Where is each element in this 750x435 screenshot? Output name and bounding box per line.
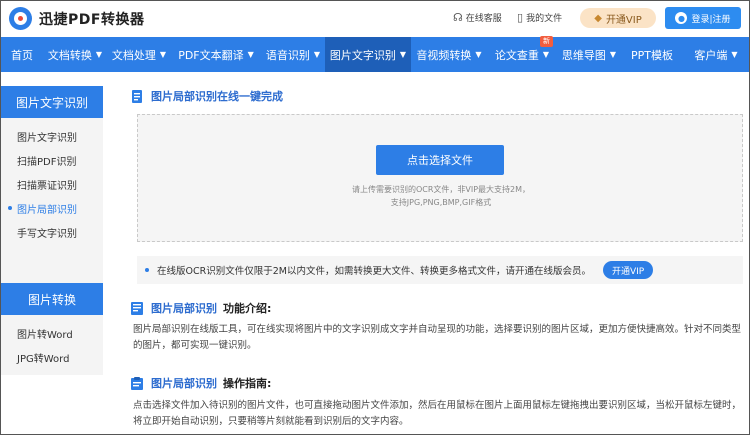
nav-item-pdf-translate[interactable]: PDF文本翻译 ▼ <box>171 37 261 72</box>
nav-item-doc-process[interactable]: 文档处理 ▼ <box>107 37 171 72</box>
nav-item-label: PDF文本翻译 <box>178 48 244 62</box>
caret-down-icon: ▼ <box>731 50 738 59</box>
logo[interactable]: 迅捷PDF转换器 <box>9 7 144 30</box>
nav-item-label: 客户端 <box>694 48 728 62</box>
caret-down-icon: ▼ <box>247 50 254 59</box>
online-service-link[interactable]: ☊ 在线客服 <box>453 11 502 24</box>
nav-item-label: 论文查重 <box>494 48 539 62</box>
nav-item-label: 语音识别 <box>265 48 310 62</box>
book-icon <box>131 301 143 315</box>
nav-item-label: 文档处理 <box>111 48 156 62</box>
nav-item-client[interactable]: 客户端 ▼ <box>683 37 749 72</box>
intro-title-main: 图片局部识别 <box>151 302 217 315</box>
nav-item-speech-recognition[interactable]: 语音识别 ▼ <box>261 37 325 72</box>
logo-text: 迅捷PDF转换器 <box>39 11 145 28</box>
nav-item-home[interactable]: 首页 <box>1 37 43 72</box>
new-badge: 新 <box>540 36 553 47</box>
file-icon: ▯ <box>517 11 524 24</box>
sidebar-item-handwriting[interactable]: 手写文字识别 <box>1 220 103 244</box>
select-file-button[interactable]: 点击选择文件 <box>376 145 504 175</box>
nav-item-label: 思维导图 <box>561 48 606 62</box>
page-title-text: 图片局部识别在线一键完成 <box>151 90 283 103</box>
sidebar-group-list: 图片转Word JPG转Word <box>1 315 103 375</box>
upload-tip-line: 请上传需要识别的OCR文件，非VIP最大支持2M， <box>351 185 531 194</box>
intro-text: 图片局部识别在线版工具，可在线实现将图片中的文字识别成文字并自动呈现的功能，选择… <box>133 324 742 351</box>
login-register-label: 登录|注册 <box>691 14 731 25</box>
login-register-button[interactable]: ● 登录|注册 <box>665 7 741 29</box>
nav-item-label: 首页 <box>11 48 33 62</box>
nav-item-av-convert[interactable]: 音视频转换 ▼ <box>411 37 487 72</box>
guide-title: 图片局部识别 操作指南: <box>131 373 271 393</box>
nav-item-paper-check[interactable]: 论文查重 ▼ 新 <box>487 36 557 72</box>
sidebar-group-title: 图片转换 <box>1 283 103 315</box>
sidebar-item-jpg-to-word[interactable]: JPG转Word <box>1 345 103 369</box>
vip-notice: 在线版OCR识别文件仅限于2M以内文件，如需转换更大文件、转换更多格式文件，请开… <box>137 256 743 284</box>
upload-tip: 请上传需要识别的OCR文件，非VIP最大支持2M， 支持JPG,PNG,BMP,… <box>138 183 744 209</box>
caret-down-icon: ▼ <box>399 50 407 59</box>
intro-title-sub: 功能介绍: <box>223 302 272 315</box>
my-files-link[interactable]: ▯ 我的文件 <box>517 11 562 24</box>
logo-icon <box>9 7 32 30</box>
caret-down-icon: ▼ <box>542 50 550 59</box>
nav-item-label: 音视频转换 <box>416 48 472 62</box>
nav-item-mind-map[interactable]: 思维导图 ▼ <box>557 37 621 72</box>
nav-item-label: 图片文字识别 <box>329 48 396 62</box>
sidebar-item-image-to-word[interactable]: 图片转Word <box>1 321 103 345</box>
sidebar-item-image-partial[interactable]: 图片局部识别 <box>1 196 103 220</box>
page-title: 图片局部识别在线一键完成 <box>131 86 743 106</box>
upload-dropzone[interactable]: 点击选择文件 请上传需要识别的OCR文件，非VIP最大支持2M， 支持JPG,P… <box>137 114 743 242</box>
open-vip-label: 开通VIP <box>605 14 642 26</box>
upload-tip-line: 支持JPG,PNG,BMP,GIF格式 <box>390 198 492 207</box>
sidebar-item-scan-pdf[interactable]: 扫描PDF识别 <box>1 148 103 172</box>
sidebar-group-title: 图片文字识别 <box>1 86 103 118</box>
my-files-label: 我的文件 <box>526 14 563 24</box>
intro-title: 图片局部识别 功能介绍: <box>131 298 271 318</box>
top-header: 迅捷PDF转换器 ☊ 在线客服 ▯ 我的文件 ◆ 开通VIP ● 登录|注册 <box>1 1 749 37</box>
open-vip-button[interactable]: ◆ 开通VIP <box>580 8 656 28</box>
online-service-label: 在线客服 <box>465 14 502 24</box>
caret-down-icon: ▼ <box>313 50 321 59</box>
nav-item-ppt-template[interactable]: PPT模板 <box>621 37 683 72</box>
guide-title-sub: 操作指南: <box>223 377 272 390</box>
nav-item-label: PPT模板 <box>631 48 673 62</box>
diamond-icon: ◆ <box>594 12 602 24</box>
document-icon <box>132 89 142 103</box>
nav-item-image-ocr[interactable]: 图片文字识别 ▼ <box>325 37 411 72</box>
page-frame: 迅捷PDF转换器 ☊ 在线客服 ▯ 我的文件 ◆ 开通VIP ● 登录|注册 首… <box>0 0 750 435</box>
sidebar-group-list: 图片文字识别 扫描PDF识别 扫描票证识别 图片局部识别 手写文字识别 <box>1 118 103 283</box>
user-icon: ● <box>675 12 688 24</box>
caret-down-icon: ▼ <box>159 50 167 59</box>
notice-text: 在线版OCR识别文件仅限于2M以内文件，如需转换更大文件、转换更多格式文件，请开… <box>157 266 591 277</box>
main-nav: 首页 文档转换 ▼ 文档处理 ▼ PDF文本翻译 ▼ 语音识别 ▼ 图片文字识别… <box>1 36 749 72</box>
sidebar-item-scan-ticket[interactable]: 扫描票证识别 <box>1 172 103 196</box>
notice-vip-button[interactable]: 开通VIP <box>602 261 654 279</box>
nav-item-doc-convert[interactable]: 文档转换 ▼ <box>43 37 107 72</box>
headset-icon: ☊ <box>453 11 463 24</box>
main-content: 图片局部识别在线一键完成 点击选择文件 请上传需要识别的OCR文件，非VIP最大… <box>131 86 743 427</box>
clipboard-icon <box>131 376 143 390</box>
guide-text: 点击选择文件加入待识别的图片文件，也可直接拖动图片文件添加，然后在用鼠标在图片上… <box>133 400 742 427</box>
caret-down-icon: ▼ <box>609 50 617 59</box>
nav-item-label: 文档转换 <box>47 48 92 62</box>
guide-title-main: 图片局部识别 <box>151 377 217 390</box>
caret-down-icon: ▼ <box>95 50 103 59</box>
caret-down-icon: ▼ <box>475 50 482 59</box>
sidebar: 图片文字识别 图片文字识别 扫描PDF识别 扫描票证识别 图片局部识别 手写文字… <box>1 86 103 375</box>
sidebar-item-image-text[interactable]: 图片文字识别 <box>1 124 103 148</box>
bullet-icon <box>145 268 149 272</box>
